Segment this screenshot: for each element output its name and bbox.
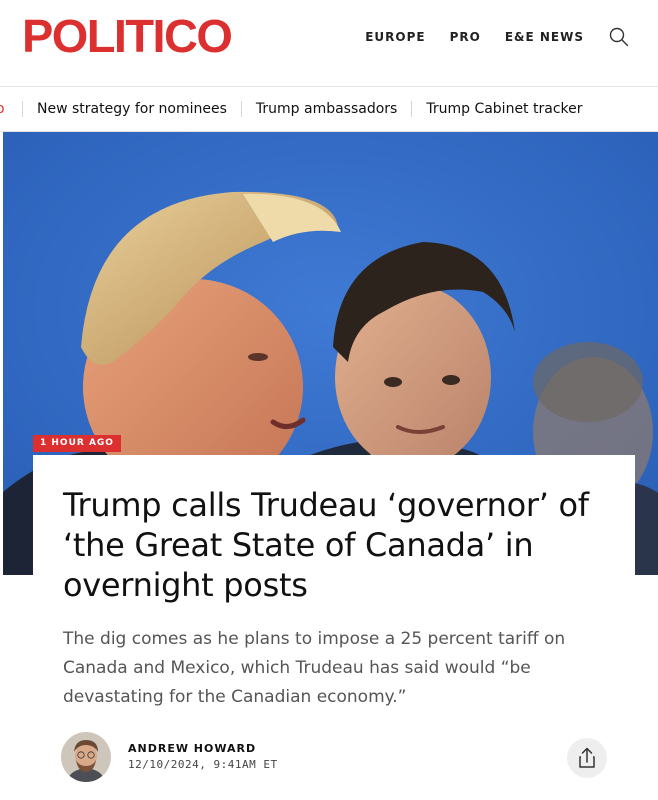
share-button[interactable]	[567, 738, 607, 778]
search-icon[interactable]	[608, 26, 630, 48]
time-badge: 1 HOUR AGO	[33, 435, 121, 452]
publish-date: 12/10/2024, 9:41AM ET	[128, 758, 278, 771]
trending-nav: o New strategy for nominees Trump ambass…	[0, 87, 658, 132]
subnav-item-cabinet-tracker[interactable]: Trump Cabinet tracker	[412, 101, 596, 117]
subnav-item-trump-ambassadors[interactable]: Trump ambassadors	[242, 101, 413, 117]
nav-link-pro[interactable]: PRO	[450, 28, 481, 46]
article-headline[interactable]: Trump calls Trudeau ‘governor’ of ‘the G…	[63, 485, 623, 605]
byline: ANDREW HOWARD 12/10/2024, 9:41AM ET	[61, 732, 611, 784]
share-icon	[579, 747, 595, 768]
article-card[interactable]: Trump calls Trudeau ‘governor’ of ‘the G…	[33, 455, 635, 800]
politico-logo[interactable]: POLITICO	[22, 8, 233, 64]
article-dek: The dig comes as he plans to impose a 25…	[63, 629, 566, 707]
author-name[interactable]: ANDREW HOWARD	[128, 742, 256, 756]
site-header: POLITICO EUROPE PRO E&E NEWS	[0, 0, 658, 87]
subnav-item-cutoff[interactable]: o	[0, 101, 23, 117]
top-nav: EUROPE PRO E&E NEWS	[365, 26, 658, 48]
subnav-item-strategy-nominees[interactable]: New strategy for nominees	[23, 101, 242, 117]
nav-link-ee-news[interactable]: E&E NEWS	[505, 28, 584, 46]
nav-link-europe[interactable]: EUROPE	[365, 28, 425, 46]
author-avatar[interactable]	[61, 732, 111, 782]
